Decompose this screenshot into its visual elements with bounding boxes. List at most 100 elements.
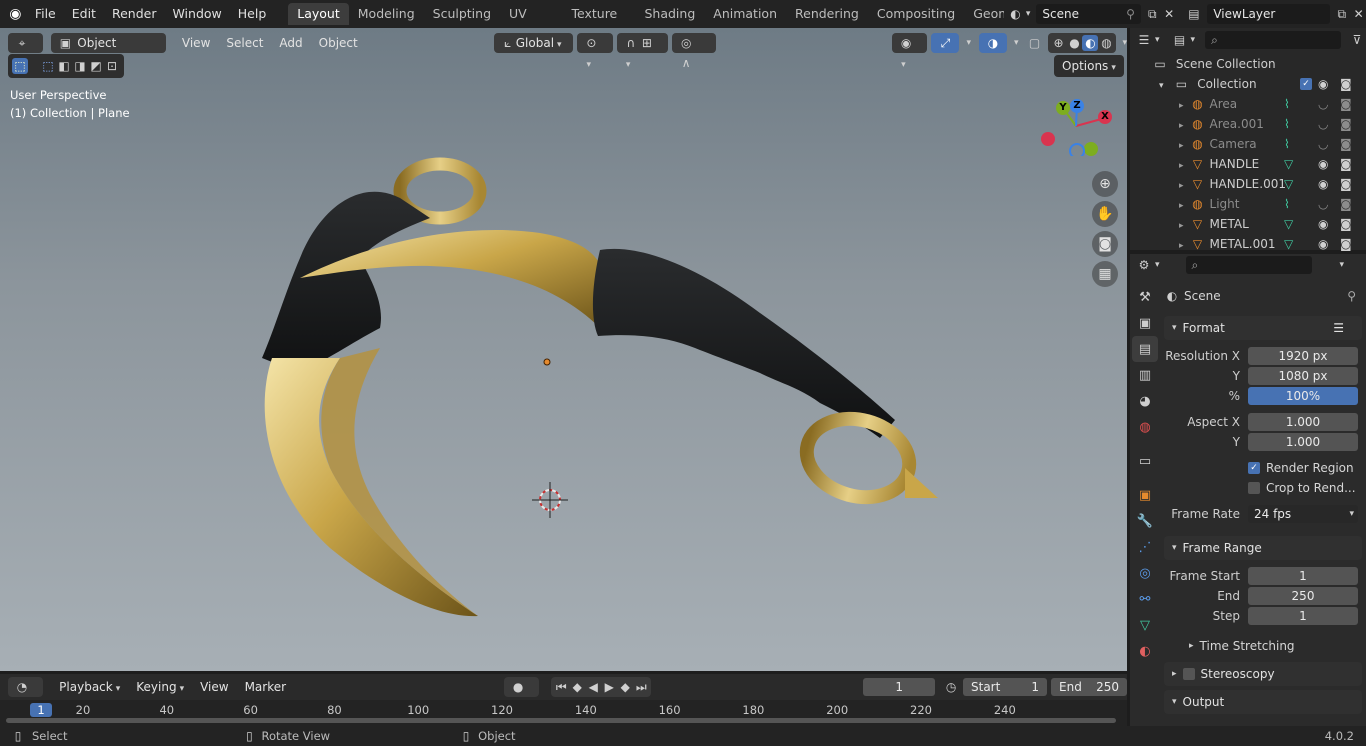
xray-icon[interactable]: ▢ xyxy=(1027,35,1043,51)
resolution-percent-slider[interactable]: 100% xyxy=(1248,387,1358,405)
properties-editor-icon[interactable]: ⚙ xyxy=(1136,257,1152,273)
hidden-eye-icon[interactable]: ◡ xyxy=(1318,134,1328,154)
scene-dropdown-icon[interactable]: ▾ xyxy=(1026,9,1031,19)
render-camera-icon[interactable]: ◙ xyxy=(1340,154,1352,174)
stereoscopy-panel-header[interactable]: ▸ Stereoscopy xyxy=(1164,662,1362,686)
menu-playback[interactable]: Playback ▾ xyxy=(53,677,126,697)
shading-dropdown-icon[interactable]: ▾ xyxy=(1122,38,1127,48)
current-frame-field[interactable]: 1 xyxy=(863,678,936,696)
outliner-editor-icon[interactable]: ☰ xyxy=(1136,32,1152,48)
menu-edit[interactable]: Edit xyxy=(64,0,104,28)
options-button[interactable]: Options ▾ xyxy=(1054,55,1124,77)
filter-icon[interactable]: ⊽ xyxy=(1349,32,1365,48)
outliner-item[interactable]: ▸ ◍ Light ⌇ ◡ ◙ xyxy=(1130,194,1366,214)
frame-start-field[interactable]: 1 xyxy=(1248,567,1358,585)
timeline-scrollbar[interactable] xyxy=(6,718,1116,723)
gizmo-toggle[interactable]: ⤢ xyxy=(931,33,960,53)
hidden-eye-icon[interactable]: ◡ xyxy=(1318,194,1328,214)
collapse-icon[interactable]: ▾ xyxy=(1159,81,1164,91)
collection-eye-icon[interactable]: ◉ xyxy=(1318,74,1328,94)
scene-field[interactable]: Scene ⚲ xyxy=(1036,4,1141,24)
viewlayer-field[interactable]: ViewLayer xyxy=(1207,4,1331,24)
aspect-y-field[interactable]: 1.000 xyxy=(1248,433,1358,451)
time-stretching-subpanel[interactable]: ▸ Time Stretching xyxy=(1164,634,1358,658)
material-tab-icon[interactable]: ◐ xyxy=(1132,638,1158,664)
render-camera-icon[interactable]: ◙ xyxy=(1340,174,1352,194)
expand-icon[interactable]: ▸ xyxy=(1179,101,1184,111)
outliner-scene-collection[interactable]: ▭ Scene Collection xyxy=(1130,54,1366,74)
pin-icon[interactable]: ⚲ xyxy=(1347,289,1356,303)
expand-icon[interactable]: ▸ xyxy=(1179,141,1184,151)
mode-select[interactable]: ▣ Object Mode▾ xyxy=(51,33,166,70)
end-frame-field[interactable]: End 250 xyxy=(1051,678,1127,696)
pan-hand-icon[interactable]: ✋ xyxy=(1092,201,1118,227)
outliner-item[interactable]: ▸ ▽ HANDLE.001 ▽ ◉ ◙ xyxy=(1130,174,1366,194)
menu-marker[interactable]: Marker xyxy=(239,677,292,697)
frame-step-field[interactable]: 1 xyxy=(1248,607,1358,625)
menu-file[interactable]: File xyxy=(27,0,64,28)
outliner-item[interactable]: ▸ ▽ HANDLE ▽ ◉ ◙ xyxy=(1130,154,1366,174)
select-subtract-icon[interactable]: ◨ xyxy=(72,58,88,74)
overlay-dropdown-icon[interactable]: ▾ xyxy=(1014,38,1019,48)
outliner-item[interactable]: ▸ ◍ Area ⌇ ◡ ◙ xyxy=(1130,94,1366,114)
menu-keying[interactable]: Keying ▾ xyxy=(130,677,190,697)
resolution-x-field[interactable]: 1920 px xyxy=(1248,347,1358,365)
crop-checkbox[interactable] xyxy=(1248,482,1260,494)
navigation-gizmo[interactable]: X Y Z xyxy=(1036,96,1116,156)
jump-start-icon[interactable]: ⏮ xyxy=(553,679,569,695)
display-mode-icon[interactable]: ▤ xyxy=(1172,32,1188,48)
hidden-eye-icon[interactable]: ◡ xyxy=(1318,114,1328,134)
gizmo-dropdown-icon[interactable]: ▾ xyxy=(966,38,971,48)
viewlayer-icon[interactable]: ▤ xyxy=(1187,6,1202,22)
pivot-select[interactable]: ⊙▾ xyxy=(577,33,613,70)
collection-tab-icon[interactable]: ▭ xyxy=(1132,448,1158,474)
render-camera-icon[interactable]: ◙ xyxy=(1340,114,1352,134)
pin-icon[interactable]: ⚲ xyxy=(1126,4,1135,24)
menu-timeline-view[interactable]: View xyxy=(194,677,234,697)
render-tab-icon[interactable]: ▣ xyxy=(1132,310,1158,336)
proportional-edit-toggle[interactable]: ◎∧ xyxy=(672,33,717,70)
gizmo-x-axis[interactable]: X xyxy=(1098,110,1112,124)
object-tab-icon[interactable]: ▣ xyxy=(1132,482,1158,508)
stopwatch-icon[interactable]: ◷ xyxy=(943,679,959,695)
tab-texture-paint[interactable]: Texture Paint xyxy=(562,3,635,43)
expand-icon[interactable]: ▸ xyxy=(1179,201,1184,211)
tab-layout[interactable]: Layout xyxy=(288,3,349,25)
select-intersect-icon[interactable]: ⊡ xyxy=(104,58,120,74)
delete-viewlayer-icon[interactable]: ✕ xyxy=(1351,6,1366,22)
delete-scene-icon[interactable]: ✕ xyxy=(1162,6,1177,22)
collection-camera-icon[interactable]: ◙ xyxy=(1340,74,1352,94)
play-reverse-icon[interactable]: ◀ xyxy=(585,679,601,695)
gizmo-z-axis[interactable]: Z xyxy=(1070,99,1084,113)
wireframe-shading-icon[interactable]: ⊕ xyxy=(1050,35,1066,51)
aspect-x-field[interactable]: 1.000 xyxy=(1248,413,1358,431)
ortho-grid-icon[interactable]: ▦ xyxy=(1092,261,1118,287)
data-tab-icon[interactable]: ▽ xyxy=(1132,612,1158,638)
tab-modeling[interactable]: Modeling xyxy=(349,3,424,25)
expand-icon[interactable]: ▸ xyxy=(1179,241,1184,251)
eye-icon[interactable]: ◉ xyxy=(1318,214,1328,234)
output-tab-icon[interactable]: ▤ xyxy=(1132,336,1158,362)
menu-render[interactable]: Render xyxy=(104,0,165,28)
select-invert-icon[interactable]: ◩ xyxy=(88,58,104,74)
render-region-checkbox[interactable]: ✓ xyxy=(1248,462,1260,474)
overlay-toggle[interactable]: ◑ xyxy=(979,33,1008,53)
play-icon[interactable]: ▶ xyxy=(601,679,617,695)
select-extend-icon[interactable]: ◧ xyxy=(56,58,72,74)
start-frame-field[interactable]: Start 1 xyxy=(963,678,1047,696)
properties-search-input[interactable]: ⌕ xyxy=(1185,256,1312,274)
zoom-icon[interactable]: ⊕ xyxy=(1092,171,1118,197)
new-scene-icon[interactable]: ⧉ xyxy=(1145,6,1160,22)
timeline-editor-button[interactable]: ◔▾ xyxy=(8,677,44,714)
menu-select[interactable]: Select xyxy=(220,33,269,53)
scene-tab-icon[interactable]: ◕ xyxy=(1132,388,1158,414)
gizmo-y-axis[interactable]: Y xyxy=(1056,101,1070,115)
tab-shading[interactable]: Shading xyxy=(635,3,704,25)
tab-uv-editing[interactable]: UV Editing xyxy=(500,3,562,43)
world-tab-icon[interactable]: ◍ xyxy=(1132,414,1158,440)
properties-options-icon[interactable]: ▾ xyxy=(1340,260,1345,270)
constraints-tab-icon[interactable]: ⚯ xyxy=(1132,586,1158,612)
tab-geometry[interactable]: Geomet xyxy=(964,3,1004,25)
physics-tab-icon[interactable]: ◎ xyxy=(1132,560,1158,586)
frame-end-field[interactable]: 250 xyxy=(1248,587,1358,605)
